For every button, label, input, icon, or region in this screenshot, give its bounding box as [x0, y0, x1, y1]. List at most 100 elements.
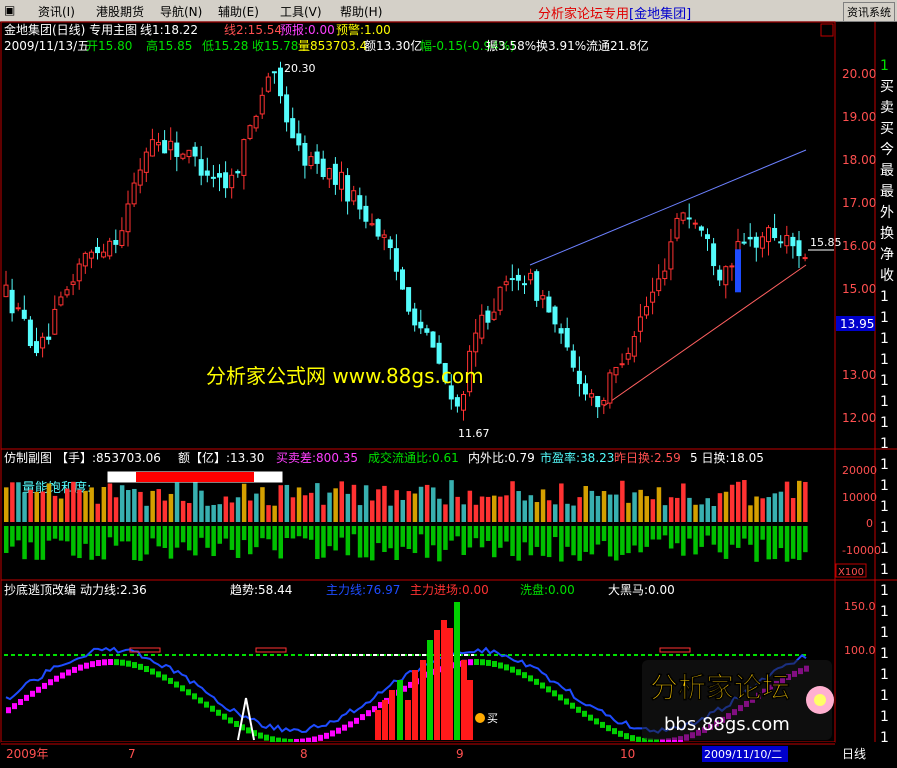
third-trend: 趋势:58.44 — [230, 583, 292, 597]
volume-bar — [351, 484, 357, 522]
volume-neg-bar — [528, 526, 534, 556]
candle — [21, 295, 27, 321]
volume-neg-bar — [211, 526, 216, 557]
volume-bar — [321, 504, 326, 522]
volume-bar — [687, 497, 692, 522]
menu-nav[interactable]: 导航(N) — [160, 3, 202, 20]
candle — [387, 236, 393, 260]
main-in-bar — [447, 628, 453, 740]
info-system-button[interactable]: 资讯系统 — [843, 2, 895, 22]
candle-body — [241, 139, 247, 176]
quote-volume: 量853703.4 — [298, 39, 367, 53]
candle-body — [101, 251, 107, 258]
volume-neg-bar — [443, 526, 448, 550]
candle — [509, 264, 515, 292]
volume-neg-bar — [22, 526, 27, 560]
volume-bar — [406, 491, 412, 522]
trend-marker — [78, 664, 83, 671]
menu-assist[interactable]: 辅助(E) — [218, 3, 259, 20]
candle-body — [515, 274, 521, 281]
menu-hk-futures[interactable]: 港股期货 — [96, 3, 144, 20]
trend-marker — [198, 697, 203, 704]
volume-neg-bar — [766, 526, 771, 560]
volume-neg-bar — [309, 526, 314, 540]
right-panel-char: 1 — [880, 541, 889, 557]
menu-bar: ▣ 资讯(I) 港股期货 导航(N) 辅助(E) 工具(V) 帮助(H) 分析家… — [0, 0, 897, 22]
main-y-axis: 20.00 19.00 18.00 17.00 16.00 15.00 13.0… — [836, 67, 876, 425]
trend-marker — [84, 662, 89, 669]
menu-help[interactable]: 帮助(H) — [340, 3, 382, 20]
candle-body — [723, 266, 729, 286]
candle-body — [198, 159, 204, 176]
volume-bar — [589, 490, 595, 522]
candle — [436, 335, 442, 365]
candle — [363, 195, 369, 229]
trend-marker — [114, 659, 119, 666]
volume-neg-bar — [180, 526, 186, 543]
menu-info[interactable]: 资讯(I) — [38, 3, 75, 20]
volume-bar — [40, 491, 46, 522]
main-in-bar — [389, 690, 395, 740]
candle — [759, 231, 765, 258]
candle-body — [88, 251, 94, 259]
volume-neg-bar — [83, 526, 88, 544]
volume-bar — [498, 496, 503, 522]
volume-neg-bar — [607, 526, 613, 557]
volume-neg-bar — [199, 526, 204, 538]
candle-body — [162, 140, 168, 154]
chart-canvas[interactable]: 金地集团(日线) 专用主图 线1:18.22 线2:15.54 预报:0.00 … — [0, 21, 897, 768]
candle-body — [192, 146, 198, 157]
volume-neg-bar — [522, 526, 527, 543]
volume-bar — [138, 491, 143, 522]
volume-bar — [449, 480, 454, 522]
volume-bar — [614, 494, 619, 522]
right-panel-char: 1 — [880, 415, 889, 431]
last-price-label: 15.85 — [810, 236, 842, 249]
volume-neg-bar — [174, 526, 180, 548]
right-panel-char: 1 — [880, 625, 889, 641]
watermark-title: 分析家论坛 — [650, 671, 790, 704]
volume-series — [4, 480, 808, 562]
third-title: 抄底逃顶改编 — [4, 582, 76, 597]
volume-bar — [485, 496, 491, 522]
volume-bar — [119, 485, 125, 522]
main-ind-line1: 线1:18.22 — [140, 23, 198, 37]
main-y-tick: 19.00 — [842, 110, 876, 124]
volume-neg-bar — [742, 526, 747, 539]
candle-body — [644, 306, 649, 316]
trend-marker — [510, 666, 515, 673]
menu-tools[interactable]: 工具(V) — [280, 3, 322, 20]
candle-body — [125, 203, 131, 233]
trend-marker — [90, 661, 95, 668]
candle-body — [393, 248, 399, 272]
candle-body — [387, 239, 393, 249]
volume-neg-bar — [516, 526, 521, 561]
candle-body — [430, 331, 436, 348]
trend-marker — [600, 721, 605, 728]
volume-bar — [736, 481, 741, 522]
candle — [564, 317, 570, 351]
main-in-bar — [420, 660, 426, 740]
pane-maximize-icon[interactable] — [820, 23, 834, 37]
candle — [576, 356, 582, 397]
volume-bar — [174, 482, 180, 522]
candle-body — [168, 140, 174, 151]
volume-bar — [315, 483, 320, 522]
main-ind-line2: 线2:15.54 — [224, 23, 282, 37]
trend-marker — [120, 659, 125, 666]
period-label[interactable]: 日线 — [842, 747, 866, 761]
candle — [107, 237, 113, 260]
volume-bar — [260, 487, 265, 522]
candle — [729, 262, 735, 281]
volume-neg-bar — [662, 526, 668, 536]
volume-bar — [266, 505, 271, 522]
candle-body — [558, 328, 564, 334]
volume-bar — [412, 493, 418, 522]
menu-app-icon[interactable]: ▣ — [4, 3, 15, 17]
candle-body — [107, 240, 113, 257]
right-panel-char: 1 — [880, 373, 889, 389]
candle — [552, 305, 558, 333]
candle-body — [668, 241, 674, 270]
volume-neg-bar — [632, 526, 637, 546]
candle-body — [570, 350, 576, 368]
